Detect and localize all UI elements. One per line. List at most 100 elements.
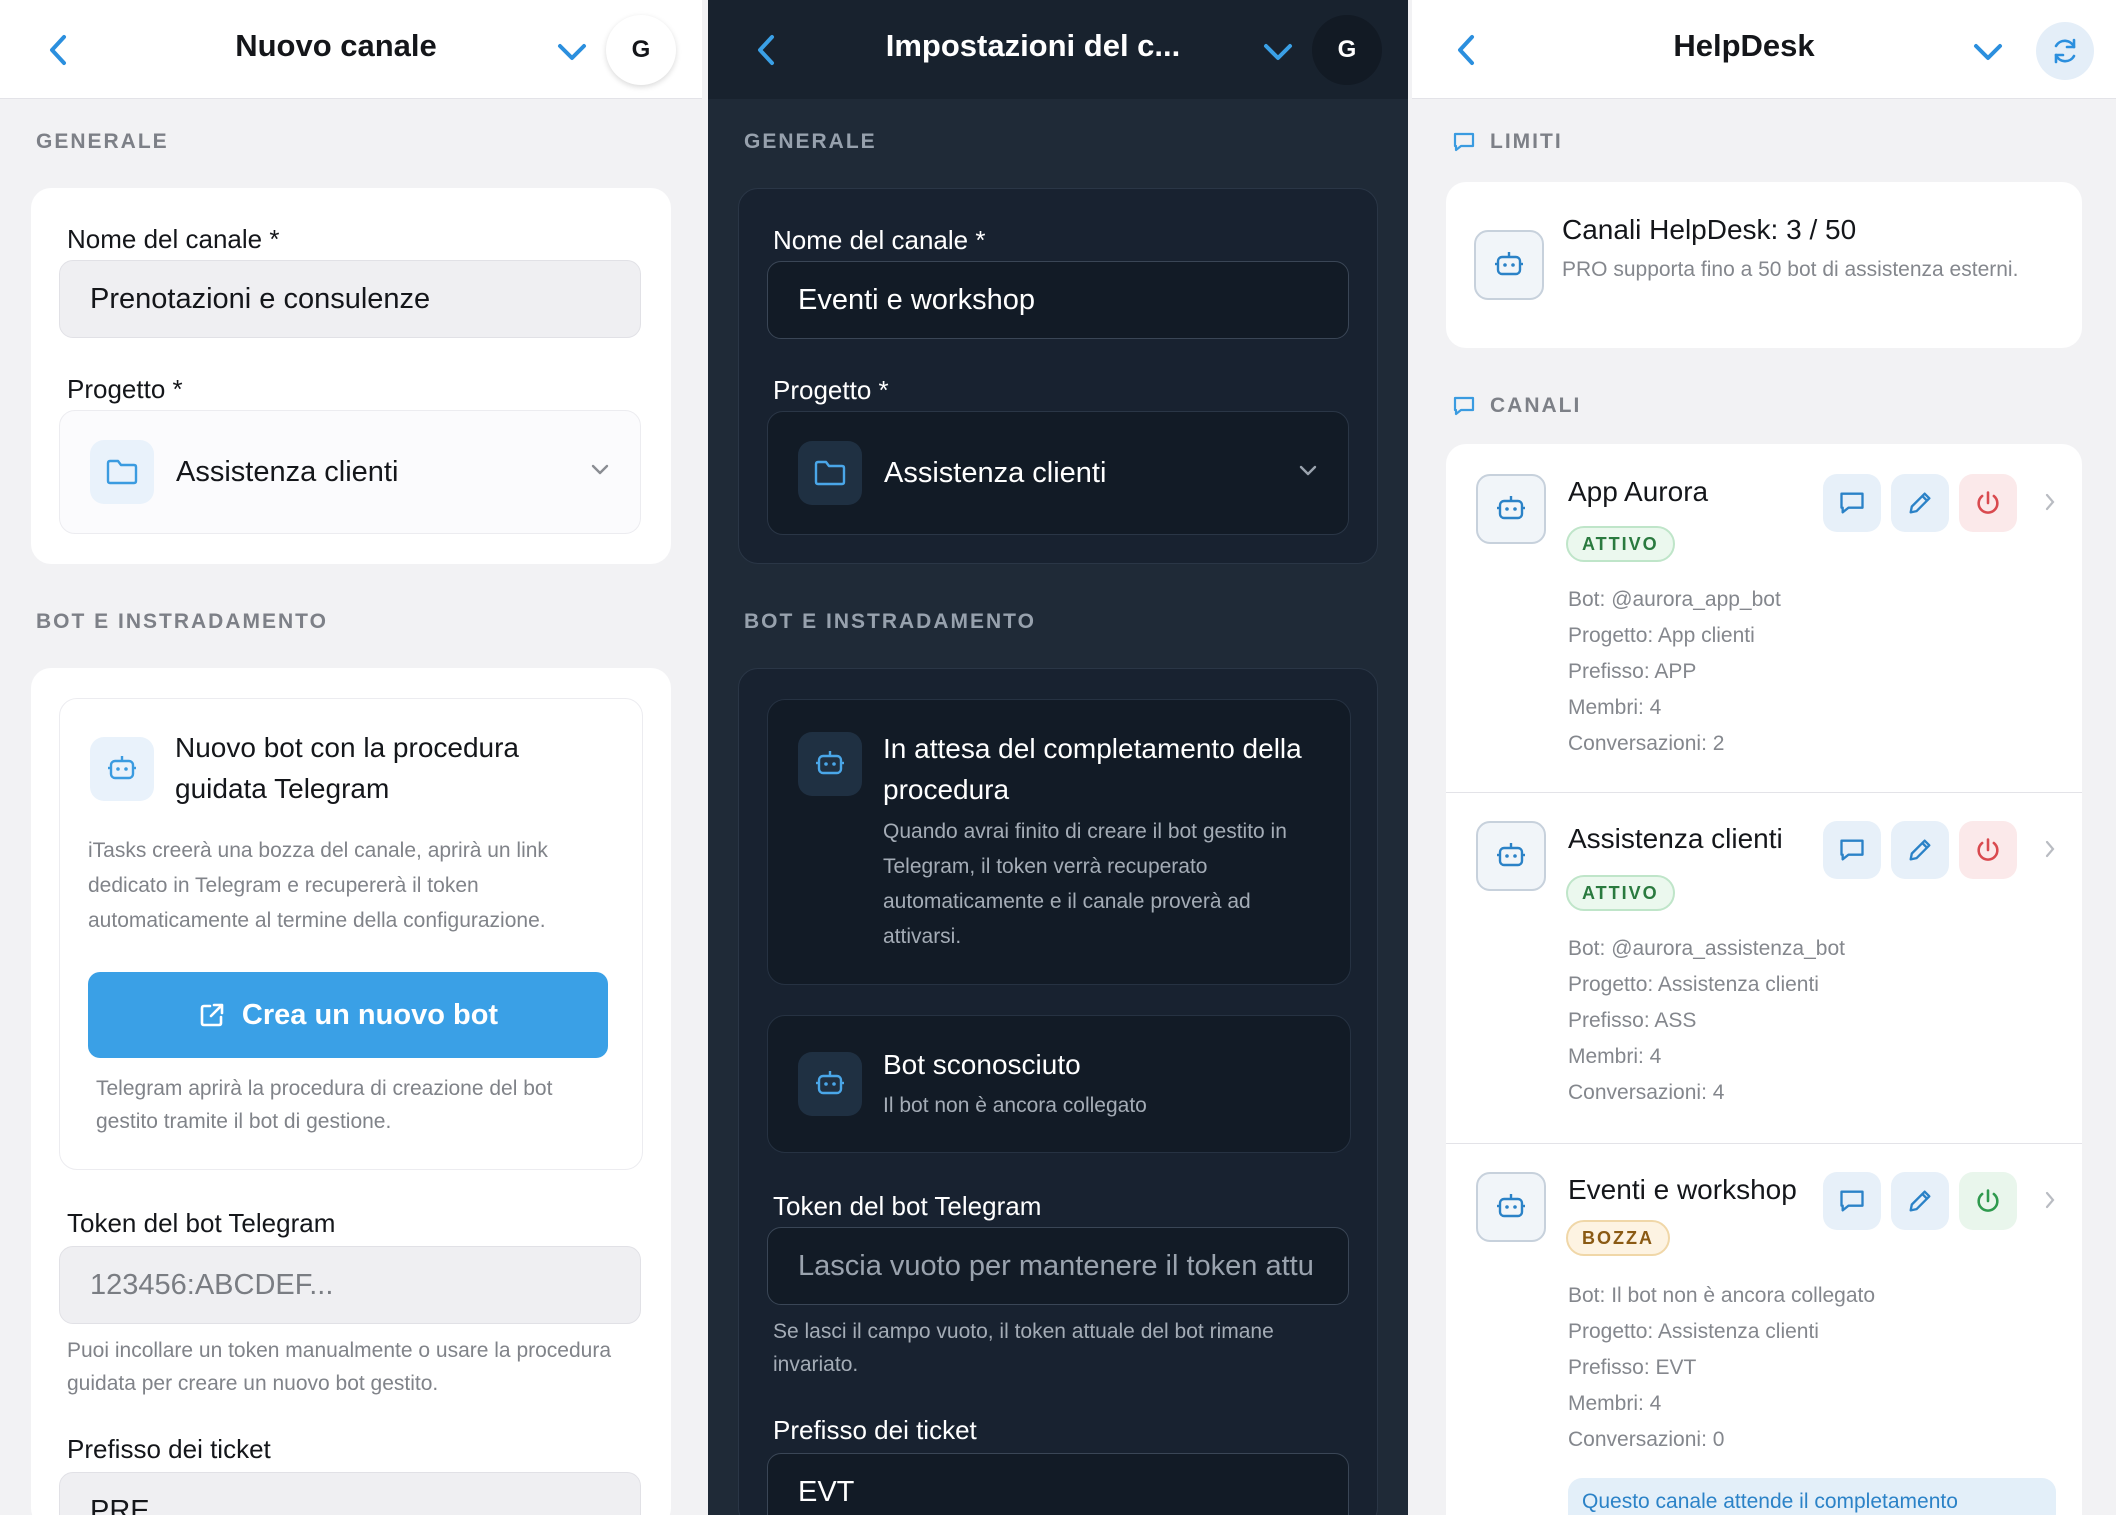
menu-toggle-button[interactable] (1968, 32, 2008, 72)
status-badge: ATTIVO (1566, 526, 1675, 562)
project-label: Progetto * (773, 375, 889, 405)
prefix-info: Prefisso: EVT (1568, 1356, 1697, 1379)
limit-title: Canali HelpDesk: 3 / 50 (1562, 214, 1857, 245)
create-bot-label: Crea un nuovo bot (241, 998, 499, 1031)
conversations-info: Conversazioni: 2 (1568, 732, 1725, 755)
edit-button[interactable] (1891, 474, 1949, 532)
power-icon (1977, 1189, 1999, 1212)
conversations-button[interactable] (1823, 821, 1881, 879)
channel-name-input[interactable]: Eventi e workshop (767, 261, 1349, 339)
menu-toggle-button[interactable] (1258, 32, 1298, 72)
pencil-icon (1909, 1190, 1931, 1212)
bot-card: In attesa del completamento della proced… (738, 668, 1378, 1515)
chevron-left-icon (758, 35, 774, 65)
refresh-button[interactable] (2036, 22, 2094, 80)
token-help: Puoi incollare un token manualmente o us… (67, 1339, 612, 1395)
project-value: Assistenza clienti (176, 455, 399, 488)
project-select[interactable]: Assistenza clienti (59, 410, 641, 534)
token-label: Token del bot Telegram (67, 1208, 336, 1238)
general-card: Nome del canale * Prenotazioni e consule… (31, 188, 671, 564)
project-value: Assistenza clienti (884, 456, 1107, 489)
status-badge: BOZZA (1566, 1220, 1670, 1256)
bot-info: Bot: @aurora_assistenza_bot (1568, 937, 1845, 960)
channel-row-eventi-workshop[interactable]: Eventi e workshop BOZZA Bot: Il bot non … (1446, 1144, 2082, 1515)
power-button[interactable] (1959, 1172, 2017, 1230)
prefix-input[interactable]: EVT (767, 1453, 1349, 1515)
channel-name: Eventi e workshop (1568, 1174, 1797, 1205)
chevron-down-icon (1298, 464, 1318, 482)
prefix-info: Prefisso: ASS (1568, 1009, 1697, 1032)
wizard-box: Nuovo bot con la procedura guidata Teleg… (59, 698, 643, 1170)
page-title: Impostazioni del c... (885, 28, 1181, 63)
name-label: Nome del canale * (67, 224, 280, 254)
channel-row-assistenza-clienti[interactable]: Assistenza clienti ATTIVO Bot: @aurora_a… (1446, 793, 2082, 1143)
avatar[interactable]: G (606, 15, 676, 85)
prefix-input[interactable]: PRE (59, 1472, 641, 1515)
section-general: GENERALE (36, 130, 169, 153)
pencil-icon (1909, 492, 1931, 514)
prefix-info: Prefisso: APP (1568, 660, 1697, 683)
channel-name: App Aurora (1568, 476, 1709, 507)
section-bot: BOT E INSTRADAMENTO (744, 610, 1036, 633)
section-bot: BOT E INSTRADAMENTO (36, 610, 328, 633)
section-channels-label: CANALI (1490, 394, 1582, 417)
conversations-info: Conversazioni: 0 (1568, 1428, 1725, 1451)
helpdesk-screen: HelpDesk LIMITI Canali HelpDesk: 3 / 50 … (1412, 0, 2116, 1515)
bot-info: Bot: Il bot non è ancora collegato (1568, 1284, 1876, 1307)
token-input[interactable]: Lascia vuoto per mantenere il token attu (767, 1227, 1349, 1305)
channel-row-app-aurora[interactable]: App Aurora ATTIVO Bot: @aurora_app_bot P… (1446, 444, 2082, 792)
back-button[interactable] (1448, 30, 1484, 70)
power-button[interactable] (1959, 474, 2017, 532)
conversations-button[interactable] (1823, 474, 1881, 532)
chat-bubble-icon (1840, 839, 1864, 861)
section-channels: CANALI (1452, 394, 1581, 418)
power-button[interactable] (1959, 821, 2017, 879)
folder-icon (90, 440, 154, 504)
robot-icon (1476, 474, 1546, 544)
limit-description: PRO supporta fino a 50 bot di assistenza… (1562, 258, 2019, 281)
top-bar: HelpDesk (1412, 0, 2116, 99)
token-label: Token del bot Telegram (773, 1191, 1042, 1221)
channel-settings-screen: Impostazioni del c... G GENERALE Nome de… (708, 0, 1408, 1515)
token-input[interactable]: 123456:ABCDEF... (59, 1246, 641, 1324)
back-button[interactable] (40, 30, 76, 70)
limits-card: Canali HelpDesk: 3 / 50 PRO supporta fin… (1446, 182, 2082, 348)
chat-bubble-icon (1453, 133, 1475, 152)
menu-toggle-button[interactable] (552, 32, 592, 72)
edit-button[interactable] (1891, 821, 1949, 879)
bot-info: Bot: @aurora_app_bot (1568, 588, 1781, 611)
channel-name-input[interactable]: Prenotazioni e consulenze (59, 260, 641, 338)
create-bot-button[interactable]: Crea un nuovo bot (88, 972, 608, 1058)
folder-icon (798, 441, 862, 505)
chevron-down-icon (1264, 44, 1292, 60)
chevron-down-icon (558, 44, 586, 60)
pending-box: In attesa del completamento della proced… (767, 699, 1351, 985)
pencil-icon (1909, 839, 1931, 861)
section-limits: LIMITI (1452, 130, 1563, 154)
chevron-left-icon (50, 35, 66, 65)
token-help: Se lasci il campo vuoto, il token attual… (773, 1320, 1274, 1376)
back-button[interactable] (748, 30, 784, 70)
chevron-left-icon (1458, 35, 1474, 65)
chevron-right-icon (2044, 492, 2056, 517)
pending-notice: Questo canale attende il completamento (1568, 1478, 2056, 1515)
members-info: Membri: 4 (1568, 1392, 1662, 1415)
page-title: Nuovo canale (235, 28, 437, 63)
edit-button[interactable] (1891, 1172, 1949, 1230)
chat-bubble-icon (1840, 1190, 1864, 1212)
members-info: Membri: 4 (1568, 696, 1662, 719)
top-bar: Nuovo canale G (0, 0, 702, 99)
unknown-bot-title: Bot sconosciuto (883, 1049, 1081, 1080)
prefix-label: Prefisso dei ticket (67, 1434, 271, 1464)
channel-name: Assistenza clienti (1568, 823, 1783, 854)
conversations-button[interactable] (1823, 1172, 1881, 1230)
new-channel-screen: Nuovo canale G GENERALE Nome del canale … (0, 0, 702, 1515)
wizard-description: iTasks creerà una bozza del canale, apri… (88, 839, 548, 932)
chevron-right-icon (2044, 1190, 2056, 1215)
chevron-down-icon (590, 463, 610, 481)
project-select[interactable]: Assistenza clienti (767, 411, 1349, 535)
project-info: Progetto: Assistenza clienti (1568, 1320, 1819, 1343)
chat-bubble-icon (1453, 397, 1475, 416)
pending-title: In attesa del completamento della proced… (883, 733, 1302, 805)
avatar[interactable]: G (1312, 15, 1382, 85)
